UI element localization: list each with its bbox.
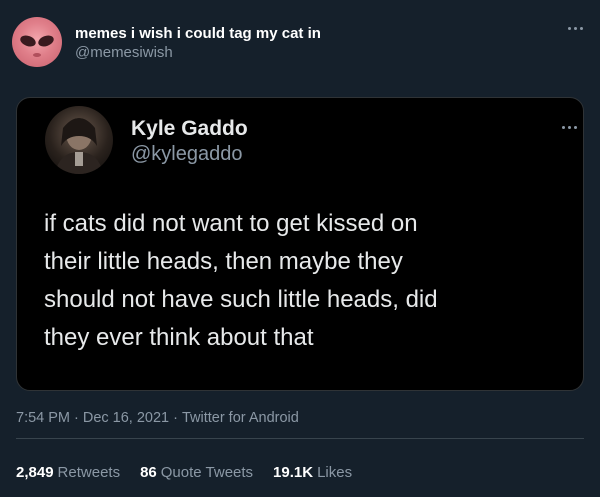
embedded-tweet-text: if cats did not want to get kissed on th… (44, 205, 564, 357)
quote-tweets-stat[interactable]: 86 Quote Tweets (140, 464, 253, 481)
embedded-author-avatar (45, 106, 113, 174)
meta-separator: · (74, 410, 79, 426)
divider (16, 438, 584, 439)
likes-stat[interactable]: 19.1K Likes (273, 464, 352, 481)
tweet-meta: 7:54 PM · Dec 16, 2021 · Twitter for Android (16, 410, 299, 426)
embedded-author-name: Kyle Gaddo (131, 117, 248, 140)
tweet-date[interactable]: Dec 16, 2021 (83, 410, 169, 426)
person-portrait-icon (55, 118, 103, 174)
quote-tweets-count: 86 (140, 464, 157, 481)
embedded-text-line: their little heads, then maybe they (44, 248, 403, 275)
embedded-tweet-image[interactable]: Kyle Gaddo @kylegaddo if cats did not wa… (16, 97, 584, 391)
embedded-text-line: they ever think about that (44, 324, 314, 351)
likes-count: 19.1K (273, 464, 314, 481)
embedded-text-line: if cats did not want to get kissed on (44, 210, 418, 237)
tweet-stats: 2,849 Retweets 86 Quote Tweets 19.1K Likes (16, 464, 352, 481)
author-avatar[interactable] (12, 17, 62, 67)
likes-label: Likes (317, 464, 353, 481)
embedded-author-handle: @kylegaddo (131, 143, 243, 165)
quote-tweets-label: Quote Tweets (160, 464, 254, 481)
tweet-time[interactable]: 7:54 PM (16, 410, 70, 426)
retweets-stat[interactable]: 2,849 Retweets (16, 464, 120, 481)
meta-separator: · (173, 410, 178, 426)
more-dots-icon (563, 20, 587, 36)
more-options-button[interactable] (563, 20, 587, 36)
retweets-label: Retweets (57, 464, 121, 481)
alien-face-icon (20, 35, 54, 57)
tweet-card: memes i wish i could tag my cat in @meme… (0, 0, 600, 497)
embedded-text-line: should not have such little heads, did (44, 286, 438, 313)
author-handle[interactable]: @memesiwish (75, 44, 173, 61)
embedded-more-dots-icon (557, 120, 581, 134)
author-name[interactable]: memes i wish i could tag my cat in (75, 25, 321, 42)
tweet-source-link[interactable]: Twitter for Android (182, 410, 299, 426)
retweets-count: 2,849 (16, 464, 54, 481)
